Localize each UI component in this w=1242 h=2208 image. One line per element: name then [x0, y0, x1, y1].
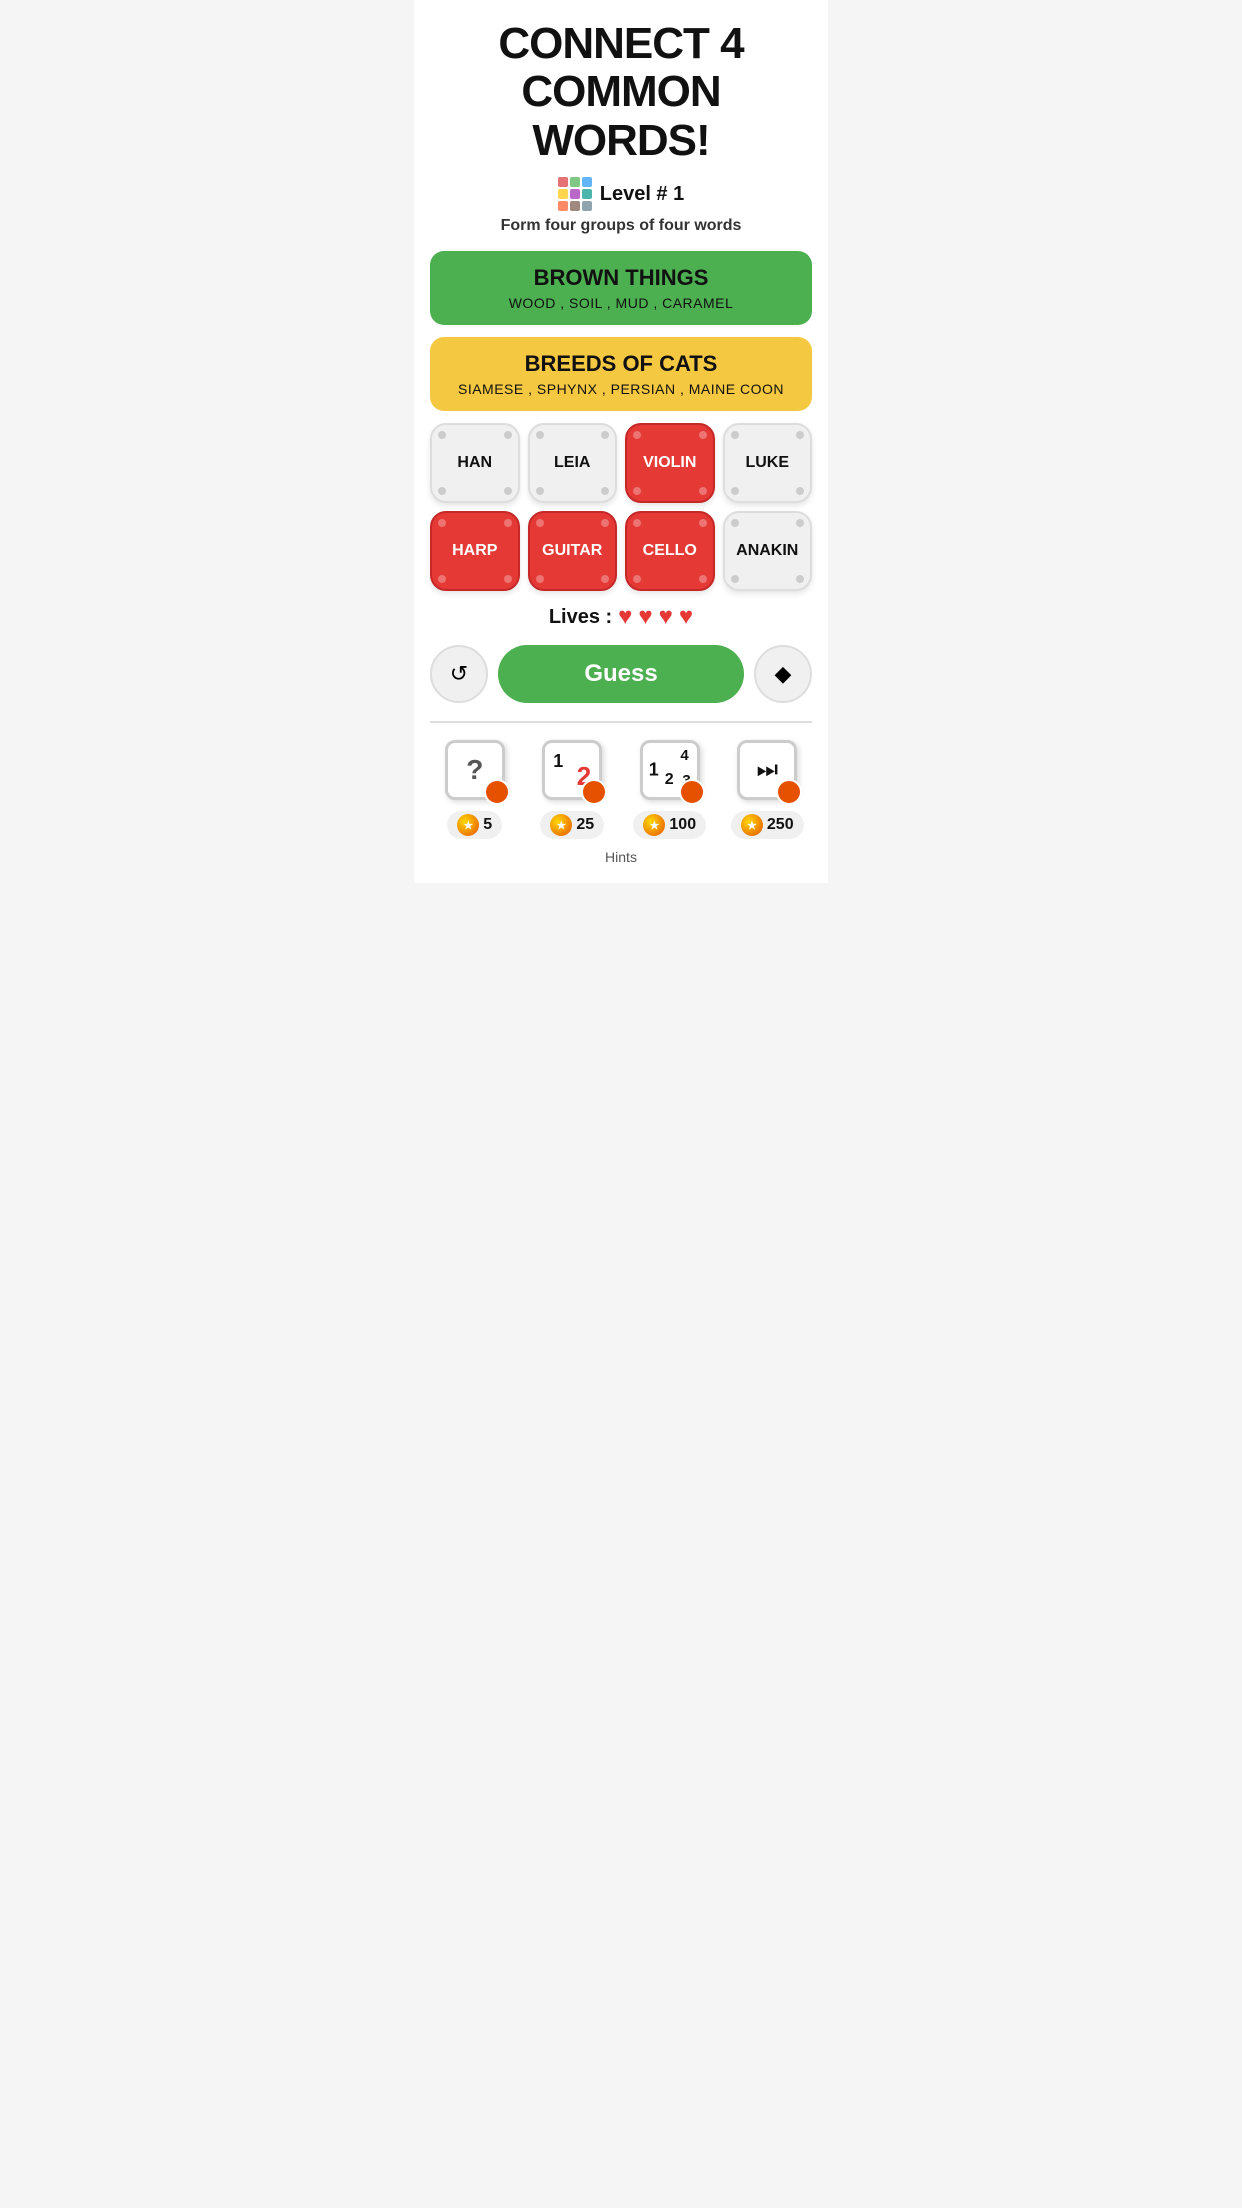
- hint-skip-orange: [776, 779, 802, 805]
- hints-label: Hints: [430, 845, 812, 873]
- page-title: CONNECT 4 COMMON WORDS!: [430, 20, 812, 165]
- subtitle: Form four groups of four words: [501, 217, 742, 235]
- hint-reveal-icon: ?: [440, 735, 510, 805]
- hints-section: ? ★ 5 1 2 ★: [430, 721, 812, 873]
- heart-2: ♥: [638, 603, 652, 631]
- hint-shuffle-orange: [581, 779, 607, 805]
- word-tile-leia[interactable]: LEIA: [528, 423, 618, 503]
- category-title-brown: BROWN THINGS: [450, 265, 792, 291]
- num-one-mid: 1: [649, 760, 659, 781]
- level-row: Level # 1: [558, 177, 685, 211]
- num-four: 4: [680, 747, 688, 764]
- hint-categories-icon: 4 1 2 3: [635, 735, 705, 805]
- play-icon: ⏭: [756, 756, 778, 784]
- hint-skip-cost: ★ 250: [731, 811, 804, 839]
- word-tile-guitar[interactable]: GUITAR: [528, 511, 618, 591]
- guess-button[interactable]: Guess: [498, 645, 744, 703]
- hint-shuffle-icon: 1 2: [537, 735, 607, 805]
- word-tile-han[interactable]: HAN: [430, 423, 520, 503]
- coin-icon-2: ★: [550, 814, 572, 836]
- hint-categories-cost: ★ 100: [633, 811, 706, 839]
- hint-reveal-cost-label: 5: [483, 816, 492, 834]
- category-title-breeds: BREEDS OF CATS: [450, 351, 792, 377]
- controls-row: ↺ Guess ◆: [430, 645, 812, 703]
- coin-icon-3: ★: [643, 814, 665, 836]
- hint-categories[interactable]: 4 1 2 3 ★ 100: [625, 735, 715, 839]
- category-words-brown: WOOD , SOIL , MUD , CARAMEL: [450, 295, 792, 311]
- hint-categories-orange: [679, 779, 705, 805]
- heart-1: ♥: [618, 603, 632, 631]
- heart-4: ♥: [679, 603, 693, 631]
- word-tile-luke[interactable]: LUKE: [723, 423, 813, 503]
- guess-label: Guess: [584, 660, 657, 687]
- hint-categories-cost-label: 100: [669, 816, 696, 834]
- hint-reveal[interactable]: ? ★ 5: [430, 735, 520, 839]
- num-two-mid: 2: [665, 771, 674, 789]
- shuffle-icon: ↺: [450, 661, 468, 687]
- word-tile-anakin[interactable]: ANAKIN: [723, 511, 813, 591]
- category-card-breeds: BREEDS OF CATS SIAMESE , SPHYNX , PERSIA…: [430, 337, 812, 411]
- coin-icon-1: ★: [457, 814, 479, 836]
- num-one: 1: [553, 751, 563, 772]
- hint-skip-cost-label: 250: [767, 816, 794, 834]
- hint-reveal-cost: ★ 5: [447, 811, 502, 839]
- hint-shuffle-cost-label: 25: [576, 816, 594, 834]
- app-container: CONNECT 4 COMMON WORDS! Level # 1 Form f…: [414, 0, 828, 883]
- hints-grid: ? ★ 5 1 2 ★: [430, 723, 812, 845]
- category-card-brown-things: BROWN THINGS WOOD , SOIL , MUD , CARAMEL: [430, 251, 812, 325]
- word-tile-cello[interactable]: CELLO: [625, 511, 715, 591]
- word-grid: HANLEIAVIOLINLUKE HARPGUITARCELLOANAKIN: [430, 423, 812, 591]
- hint-skip[interactable]: ⏭ ★ 250: [723, 735, 813, 839]
- hint-skip-icon: ⏭: [732, 735, 802, 805]
- word-tile-violin[interactable]: VIOLIN: [625, 423, 715, 503]
- erase-icon: ◆: [775, 661, 792, 687]
- hint-shuffle-cost: ★ 25: [540, 811, 604, 839]
- heart-3: ♥: [659, 603, 673, 631]
- word-tile-harp[interactable]: HARP: [430, 511, 520, 591]
- level-label: Level # 1: [600, 183, 685, 206]
- hint-shuffle[interactable]: 1 2 ★ 25: [528, 735, 618, 839]
- level-grid-icon: [558, 177, 592, 211]
- lives-label: Lives :: [549, 606, 612, 629]
- erase-button[interactable]: ◆: [754, 645, 812, 703]
- shuffle-button[interactable]: ↺: [430, 645, 488, 703]
- coin-icon-4: ★: [741, 814, 763, 836]
- hint-reveal-orange: [484, 779, 510, 805]
- category-words-breeds: SIAMESE , SPHYNX , PERSIAN , MAINE COON: [450, 381, 792, 397]
- question-mark-icon: ?: [466, 754, 483, 786]
- lives-row: Lives : ♥ ♥ ♥ ♥: [549, 603, 693, 631]
